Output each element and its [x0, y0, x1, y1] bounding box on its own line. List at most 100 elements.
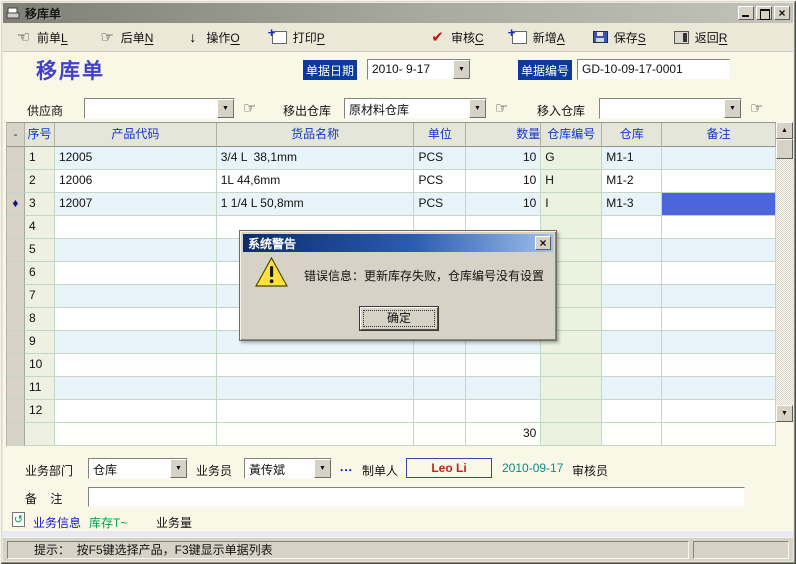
- cell-code[interactable]: [55, 308, 217, 331]
- warehouse-out-combobox[interactable]: 原材料仓库: [344, 98, 487, 119]
- toolbar-button-c[interactable]: 审核C: [427, 25, 487, 49]
- cell-seq[interactable]: 4: [25, 216, 55, 239]
- cell-seq[interactable]: 12: [25, 400, 55, 423]
- chevron-down-icon[interactable]: [724, 99, 741, 118]
- minimize-icon[interactable]: [738, 6, 754, 20]
- cell-remark[interactable]: [662, 239, 776, 262]
- cell-remark[interactable]: [662, 216, 776, 239]
- cell-wh[interactable]: [602, 308, 662, 331]
- chevron-down-icon[interactable]: [453, 60, 470, 79]
- cell-seq[interactable]: 6: [25, 262, 55, 285]
- table-row[interactable]: 2120061L 44,6mmPCS10HM1-2: [7, 170, 776, 193]
- cell-unit[interactable]: [414, 377, 466, 400]
- cell-unit[interactable]: [414, 400, 466, 423]
- maximize-icon[interactable]: [756, 6, 772, 20]
- biz-info-link[interactable]: 业务信息: [33, 514, 81, 531]
- cell-qty[interactable]: 10: [466, 147, 541, 170]
- cell-code[interactable]: 12007: [55, 193, 217, 216]
- toolbar-button-l[interactable]: 前单L: [13, 25, 71, 49]
- cell-wh[interactable]: M1-2: [602, 170, 662, 193]
- cell-seq[interactable]: 5: [25, 239, 55, 262]
- chevron-down-icon[interactable]: [469, 99, 486, 118]
- cell-code[interactable]: [55, 354, 217, 377]
- cell-wh[interactable]: M1-3: [602, 193, 662, 216]
- cell-name[interactable]: [217, 354, 415, 377]
- cell-unit[interactable]: PCS: [414, 193, 466, 216]
- cell-wh_code[interactable]: I: [541, 193, 602, 216]
- cell-code[interactable]: [55, 377, 217, 400]
- cell-seq[interactable]: 11: [25, 377, 55, 400]
- cell-wh_code[interactable]: G: [541, 147, 602, 170]
- cell-remark[interactable]: [662, 170, 776, 193]
- cell-remark[interactable]: [662, 308, 776, 331]
- toolbar-button-r[interactable]: 返回R: [671, 25, 731, 49]
- table-row[interactable]: 12: [7, 400, 776, 423]
- refresh-doc-icon[interactable]: [12, 512, 25, 527]
- cell-qty[interactable]: 10: [466, 170, 541, 193]
- cell-qty[interactable]: [466, 400, 541, 423]
- cell-remark[interactable]: [662, 262, 776, 285]
- cell-wh_code[interactable]: [541, 400, 602, 423]
- cell-wh_code[interactable]: H: [541, 170, 602, 193]
- cell-name[interactable]: [217, 377, 415, 400]
- scroll-up-icon[interactable]: [776, 122, 793, 139]
- stock-link[interactable]: 库存T~: [89, 514, 127, 531]
- toolbar-button-n[interactable]: 后单N: [97, 25, 157, 49]
- cell-qty[interactable]: [466, 377, 541, 400]
- cell-code[interactable]: [55, 216, 217, 239]
- cell-wh[interactable]: [602, 400, 662, 423]
- cell-code[interactable]: [55, 400, 217, 423]
- more-button[interactable]: ...: [340, 460, 353, 474]
- cell-unit[interactable]: PCS: [414, 147, 466, 170]
- cell-wh[interactable]: M1-1: [602, 147, 662, 170]
- toolbar-button-p[interactable]: 打印P: [269, 25, 328, 49]
- cell-name[interactable]: 1 1/4 L 50,8mm: [217, 193, 415, 216]
- cell-wh[interactable]: [602, 377, 662, 400]
- toolbar-button-o[interactable]: 操作O: [182, 25, 242, 49]
- cell-remark[interactable]: [662, 285, 776, 308]
- hand-pointer-icon[interactable]: [750, 99, 763, 117]
- toolbar-button-s[interactable]: 保存S: [590, 25, 649, 49]
- close-icon[interactable]: [774, 6, 790, 20]
- cell-code[interactable]: 12006: [55, 170, 217, 193]
- remark-input[interactable]: [88, 487, 745, 507]
- cell-remark[interactable]: [662, 331, 776, 354]
- cell-wh_code[interactable]: [541, 354, 602, 377]
- cell-name[interactable]: 1L 44,6mm: [217, 170, 415, 193]
- cell-seq[interactable]: 7: [25, 285, 55, 308]
- cell-qty[interactable]: [466, 354, 541, 377]
- table-row[interactable]: 1120053/4 L 38,1mmPCS10GM1-1: [7, 147, 776, 170]
- cell-remark[interactable]: [662, 193, 776, 216]
- toolbar-button-a[interactable]: 新增A: [509, 25, 568, 49]
- ok-button[interactable]: 确定: [360, 307, 438, 330]
- cell-remark[interactable]: [662, 377, 776, 400]
- table-row[interactable]: ♦3120071 1/4 L 50,8mmPCS10IM1-3: [7, 193, 776, 216]
- chevron-down-icon[interactable]: [217, 99, 234, 118]
- cell-remark[interactable]: [662, 147, 776, 170]
- scroll-down-icon[interactable]: [776, 405, 793, 422]
- dialog-close-icon[interactable]: [535, 236, 551, 250]
- cell-code[interactable]: [55, 262, 217, 285]
- cell-name[interactable]: [217, 400, 415, 423]
- warehouse-in-combobox[interactable]: [599, 98, 742, 119]
- table-row[interactable]: 10: [7, 354, 776, 377]
- cell-seq[interactable]: 1: [25, 147, 55, 170]
- doc-no-input[interactable]: GD-10-09-17-0001: [577, 59, 730, 80]
- salesman-combobox[interactable]: 黃传斌: [244, 458, 332, 479]
- chevron-down-icon[interactable]: [314, 459, 331, 478]
- cell-code[interactable]: [55, 239, 217, 262]
- doc-date-combobox[interactable]: 2010- 9-17: [367, 59, 471, 80]
- cell-wh[interactable]: [602, 262, 662, 285]
- cell-qty[interactable]: 10: [466, 193, 541, 216]
- cell-wh[interactable]: [602, 354, 662, 377]
- cell-remark[interactable]: [662, 354, 776, 377]
- cell-remark[interactable]: [662, 400, 776, 423]
- cell-unit[interactable]: [414, 354, 466, 377]
- supplier-combobox[interactable]: [84, 98, 235, 119]
- cell-name[interactable]: 3/4 L 38,1mm: [217, 147, 415, 170]
- cell-code[interactable]: 12005: [55, 147, 217, 170]
- hand-pointer-icon[interactable]: [495, 99, 508, 117]
- cell-seq[interactable]: 2: [25, 170, 55, 193]
- cell-wh[interactable]: [602, 285, 662, 308]
- cell-wh[interactable]: [602, 331, 662, 354]
